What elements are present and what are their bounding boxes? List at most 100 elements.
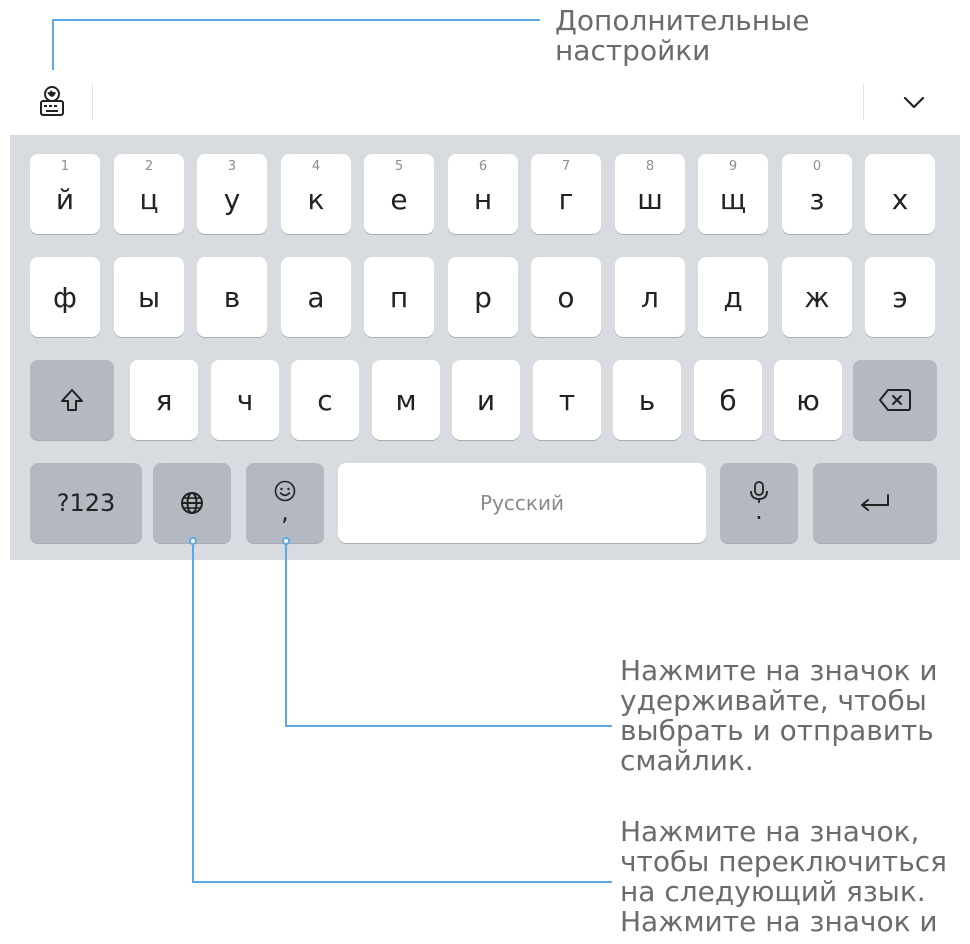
settings-callout-text: Дополнительные настройки (555, 4, 810, 67)
language-switch-key[interactable] (153, 463, 231, 543)
key-row2-10[interactable]: э (865, 257, 935, 337)
key-row2-9[interactable]: ж (782, 257, 852, 337)
key-3[interactable]: 4к (281, 154, 351, 234)
key-1[interactable]: 2ц (114, 154, 184, 234)
key-number-hint: 7 (561, 159, 571, 174)
key-char: с (317, 383, 333, 417)
chevron-down-icon[interactable] (896, 84, 932, 120)
key-char: ф (53, 280, 77, 314)
key-row3-6[interactable]: ь (613, 360, 681, 440)
key-number-hint: 9 (728, 159, 738, 174)
key-number-hint: 1 (60, 159, 70, 174)
language-callout-dot (189, 537, 197, 545)
key-char: и (476, 383, 496, 417)
numbers-key[interactable]: ?123 (30, 463, 142, 543)
numbers-key-label: ?123 (56, 489, 116, 517)
key-row3-7[interactable]: б (694, 360, 762, 440)
key-number-hint: 5 (394, 159, 404, 174)
key-char: е (390, 182, 408, 216)
mic-key[interactable]: . (720, 463, 798, 543)
key-char: ь (638, 383, 656, 417)
language-callout-line-v (192, 545, 194, 883)
key-row3-5[interactable]: т (533, 360, 601, 440)
key-char: ю (796, 383, 820, 417)
key-char: д (723, 280, 743, 314)
language-callout-text: Нажмите на значок, чтобы переключиться н… (620, 815, 947, 938)
key-char: л (641, 280, 659, 314)
backspace-key[interactable] (853, 360, 937, 440)
key-number-hint: 8 (645, 159, 655, 174)
key-char: к (307, 182, 325, 216)
key-char: м (395, 383, 417, 417)
key-10[interactable]: х (865, 154, 935, 234)
emoji-key-comma: , (281, 498, 289, 526)
key-row2-6[interactable]: о (531, 257, 601, 337)
mic-key-period: . (755, 497, 763, 525)
settings-callout-line-h (52, 19, 540, 21)
settings-callout-line-v (52, 19, 54, 77)
enter-arrow-icon (861, 494, 889, 511)
key-char: ы (137, 280, 161, 314)
key-number-hint: 2 (144, 159, 154, 174)
key-char: о (557, 280, 575, 314)
key-8[interactable]: 9щ (698, 154, 768, 234)
key-row2-8[interactable]: д (698, 257, 768, 337)
emoji-callout-line-v (285, 545, 287, 727)
key-row2-5[interactable]: р (448, 257, 518, 337)
key-row2-2[interactable]: в (197, 257, 267, 337)
key-4[interactable]: 5е (364, 154, 434, 234)
key-7[interactable]: 8ш (615, 154, 685, 234)
key-char: в (223, 280, 241, 314)
key-row3-3[interactable]: м (372, 360, 440, 440)
space-key[interactable]: Русский (338, 463, 706, 543)
key-char: н (473, 182, 493, 216)
key-row3-2[interactable]: с (291, 360, 359, 440)
emoji-callout-dot (282, 537, 290, 545)
key-number-hint: 4 (311, 159, 321, 174)
key-6[interactable]: 7г (531, 154, 601, 234)
key-char: й (55, 182, 75, 216)
key-char: р (474, 280, 492, 314)
key-char: б (719, 383, 737, 417)
globe-icon (181, 492, 203, 514)
key-0[interactable]: 1й (30, 154, 100, 234)
key-char: г (558, 182, 574, 216)
keyboard-toolbar (10, 70, 960, 135)
shift-arrow-icon (61, 389, 83, 411)
key-char: п (389, 280, 409, 314)
key-number-hint: 6 (478, 159, 488, 174)
key-row3-0[interactable]: я (130, 360, 198, 440)
toolbar-divider-right (863, 84, 864, 120)
key-row2-1[interactable]: ы (114, 257, 184, 337)
key-char: а (307, 280, 325, 314)
space-key-label: Русский (480, 491, 564, 515)
key-row2-3[interactable]: а (281, 257, 351, 337)
key-row3-8[interactable]: ю (774, 360, 842, 440)
key-row2-7[interactable]: л (615, 257, 685, 337)
key-row3-1[interactable]: ч (211, 360, 279, 440)
keyboard-settings-globe-icon[interactable] (34, 84, 70, 120)
toolbar-divider-left (92, 84, 93, 120)
key-number-hint: 0 (812, 159, 822, 174)
key-9[interactable]: 0з (782, 154, 852, 234)
key-char: т (558, 383, 576, 417)
key-2[interactable]: 3у (197, 154, 267, 234)
enter-key[interactable] (813, 463, 937, 543)
key-5[interactable]: 6н (448, 154, 518, 234)
key-char: у (223, 182, 241, 216)
key-row2-0[interactable]: ф (30, 257, 100, 337)
language-callout-line-h (192, 881, 612, 883)
key-char: з (809, 182, 825, 216)
key-char: я (155, 383, 173, 417)
key-number-hint: 3 (227, 159, 237, 174)
key-char: э (892, 280, 908, 314)
emoji-callout-line-h (285, 725, 612, 727)
key-row3-4[interactable]: и (452, 360, 520, 440)
key-row2-4[interactable]: п (364, 257, 434, 337)
emoji-callout-text: Нажмите на значок и удерживайте, чтобы в… (620, 654, 938, 777)
key-char: щ (719, 182, 747, 216)
key-char: ц (139, 182, 159, 216)
shift-key[interactable] (30, 360, 114, 440)
keyboard: ?123 , Русский . 1й2ц3у4 к 5 е 6 н 7 г 8… (10, 70, 960, 560)
emoji-key[interactable]: , (246, 463, 324, 543)
